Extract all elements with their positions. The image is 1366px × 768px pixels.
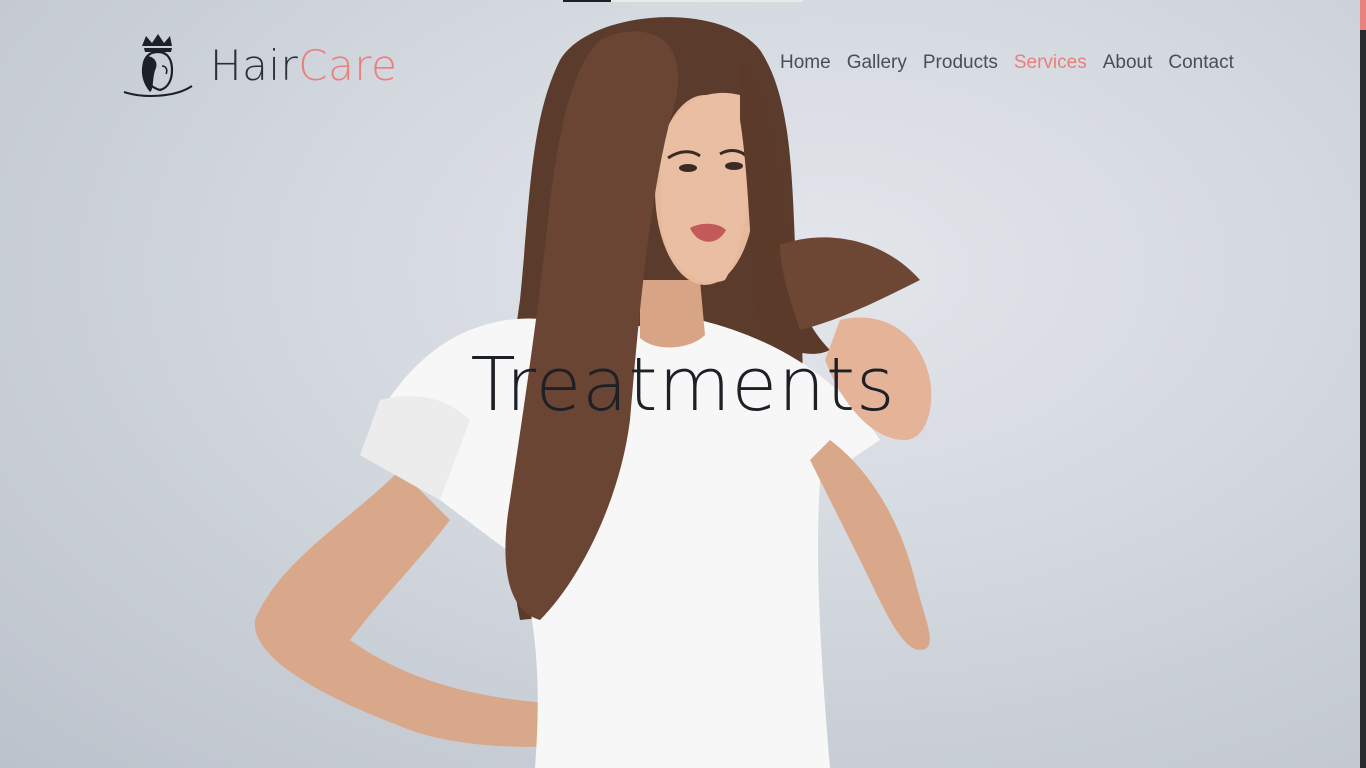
nav-item-services[interactable]: Services [1014, 52, 1087, 74]
scrollbar-thumb[interactable] [1360, 0, 1366, 30]
main-nav: Home Gallery Products Services About Con… [780, 52, 1234, 74]
brand-name: HairCare [210, 45, 398, 87]
brand-logo[interactable]: HairCare [122, 32, 398, 100]
brand-name-part1: Hair [210, 41, 299, 90]
page-title: Treatments [470, 342, 896, 428]
nav-item-products[interactable]: Products [923, 52, 998, 74]
brand-name-part2: Care [298, 41, 398, 90]
nav-item-contact[interactable]: Contact [1168, 52, 1233, 74]
crowned-woman-silhouette-icon [123, 34, 193, 97]
strip-light-segment [611, 0, 803, 2]
nav-item-about[interactable]: About [1103, 52, 1153, 74]
strip-dark-segment [563, 0, 611, 2]
top-progress-strip [563, 0, 803, 2]
nav-item-gallery[interactable]: Gallery [847, 52, 907, 74]
nav-item-home[interactable]: Home [780, 52, 831, 74]
